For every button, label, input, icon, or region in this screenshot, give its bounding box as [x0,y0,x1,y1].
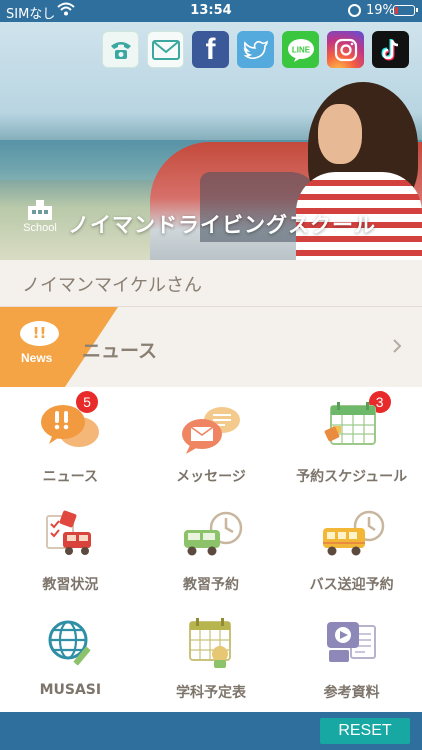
reference-icon [326,622,376,662]
globe-icon [48,620,91,666]
menu-item-label: MUSASI [39,682,102,698]
line-logo-text: LINE [291,45,310,54]
menu-item-label: 学科予定表 [175,685,246,701]
school-label: School [23,222,57,234]
reset-button[interactable]: RESET [320,718,410,744]
user-name: ノイマンマイケルさん [22,275,202,296]
mail-icon[interactable] [147,31,184,68]
message-icon [181,407,240,454]
orientation-lock-icon [348,4,361,17]
class-schedule-icon [188,618,231,668]
menu-item-musasi[interactable]: MUSASI [0,604,141,712]
social-links: f LINE [102,31,409,68]
user-bar: ノイマンマイケルさん [0,260,422,307]
menu-item-label: 予約スケジュール [296,469,408,485]
menu-item-label: 教習予約 [182,577,239,593]
news-tag-label: News [21,351,53,365]
menu-item-label: バス送迎予約 [309,577,394,593]
menu-item-label: 参考資料 [323,685,380,701]
school-building-icon [28,200,52,220]
menu-item-label: メッセージ [176,469,246,485]
battery-percent: 19% [366,3,395,18]
menu-item-bus-booking[interactable]: バス送迎予約 [281,496,422,604]
menu-item-news[interactable]: 5 ニュース [0,388,141,496]
chevron-right-icon [393,339,402,353]
twitter-icon[interactable] [237,31,274,68]
lesson-booking-icon [183,511,243,556]
bus-booking-icon [322,510,384,556]
hero-banner: f LINE School ノイマンドライビングスクール [0,22,422,260]
phone-icon[interactable] [102,31,139,68]
footer-bar: RESET [0,712,422,750]
battery-icon [393,5,418,16]
news-unread-badge: 5 [76,391,98,413]
menu-item-label: ニュース [42,469,98,485]
news-bar[interactable]: !! News ニュース [0,307,422,387]
progress-icon [46,510,92,555]
instagram-icon[interactable] [327,31,364,68]
tiktok-icon[interactable] [372,31,409,68]
line-icon[interactable]: LINE [282,31,319,68]
menu-item-lesson-booking[interactable]: 教習予約 [141,496,282,604]
hero-photo-face [318,104,362,164]
menu-item-reference[interactable]: 参考資料 [281,604,422,712]
menu-item-reservation-schedule[interactable]: 予約スケジュール [281,388,422,496]
menu-item-message[interactable]: 3 メッセージ [141,388,391,496]
school-badge: School [20,198,60,234]
calendar-icon [324,402,376,445]
menu-grid: 5 ニュース 3 メッセージ 予約スケジュール 教習状況 教習予約 バス送迎予約… [0,388,422,712]
menu-item-label: 教習状況 [42,577,99,593]
news-tag-icon: !! [20,321,59,346]
facebook-icon[interactable]: f [192,31,229,68]
status-bar: SIMなし 13:54 19% [0,0,422,22]
school-name: ノイマンドライビングスクール [68,213,376,237]
menu-item-progress[interactable]: 教習状況 [0,496,141,604]
news-bar-title: ニュース [82,340,158,362]
menu-item-class-schedule[interactable]: 学科予定表 [141,604,282,712]
